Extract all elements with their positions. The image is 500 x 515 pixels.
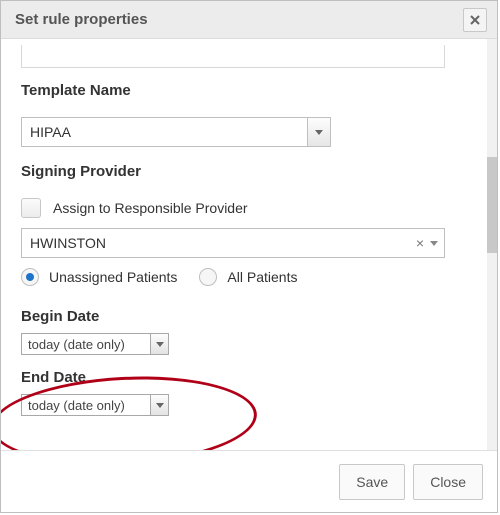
radio-icon bbox=[21, 268, 39, 286]
provider-select[interactable]: HWINSTON × bbox=[21, 228, 445, 258]
end-date-value: today (date only) bbox=[22, 395, 150, 415]
assign-responsible-checkbox[interactable] bbox=[21, 198, 41, 218]
dialog-footer: Save Close bbox=[1, 450, 497, 512]
set-rule-dialog: Set rule properties Template Name HIPAA … bbox=[0, 0, 498, 513]
template-name-label: Template Name bbox=[21, 82, 475, 99]
assign-responsible-label: Assign to Responsible Provider bbox=[53, 200, 248, 216]
radio-icon bbox=[199, 268, 217, 286]
provider-select-value: HWINSTON bbox=[30, 235, 106, 251]
provider-clear-button[interactable]: × bbox=[410, 235, 430, 251]
signing-provider-label: Signing Provider bbox=[21, 163, 475, 180]
dialog-titlebar: Set rule properties bbox=[1, 1, 497, 39]
chevron-down-icon bbox=[430, 241, 438, 246]
template-select[interactable]: HIPAA bbox=[21, 117, 331, 147]
template-select-caret[interactable] bbox=[307, 118, 330, 146]
template-select-value: HIPAA bbox=[22, 118, 307, 146]
end-date-caret[interactable] bbox=[150, 395, 168, 415]
scrollbar-track[interactable] bbox=[487, 39, 497, 450]
chevron-down-icon bbox=[315, 130, 323, 135]
chevron-down-icon bbox=[156, 403, 164, 408]
radio-all-patients[interactable]: All Patients bbox=[199, 268, 297, 286]
begin-date-label: Begin Date bbox=[21, 308, 475, 325]
begin-date-select[interactable]: today (date only) bbox=[21, 333, 169, 355]
chevron-down-icon bbox=[156, 342, 164, 347]
previous-field-bottom bbox=[21, 45, 445, 68]
end-date-select[interactable]: today (date only) bbox=[21, 394, 169, 416]
radio-unassigned-patients[interactable]: Unassigned Patients bbox=[21, 268, 177, 286]
close-icon bbox=[470, 15, 480, 25]
dialog-close-button[interactable] bbox=[463, 8, 487, 32]
dialog-content: Template Name HIPAA Signing Provider Ass… bbox=[1, 39, 487, 450]
begin-date-value: today (date only) bbox=[22, 334, 150, 354]
save-button[interactable]: Save bbox=[339, 464, 405, 500]
patient-scope-radio-group: Unassigned Patients All Patients bbox=[21, 268, 475, 286]
radio-unassigned-label: Unassigned Patients bbox=[49, 269, 177, 285]
scrollbar-thumb[interactable] bbox=[487, 157, 497, 253]
begin-date-caret[interactable] bbox=[150, 334, 168, 354]
dialog-title: Set rule properties bbox=[15, 11, 148, 28]
dialog-body: Template Name HIPAA Signing Provider Ass… bbox=[1, 39, 497, 450]
assign-responsible-row[interactable]: Assign to Responsible Provider bbox=[21, 198, 475, 218]
end-date-label: End Date bbox=[21, 369, 475, 386]
radio-all-label: All Patients bbox=[227, 269, 297, 285]
close-button[interactable]: Close bbox=[413, 464, 483, 500]
